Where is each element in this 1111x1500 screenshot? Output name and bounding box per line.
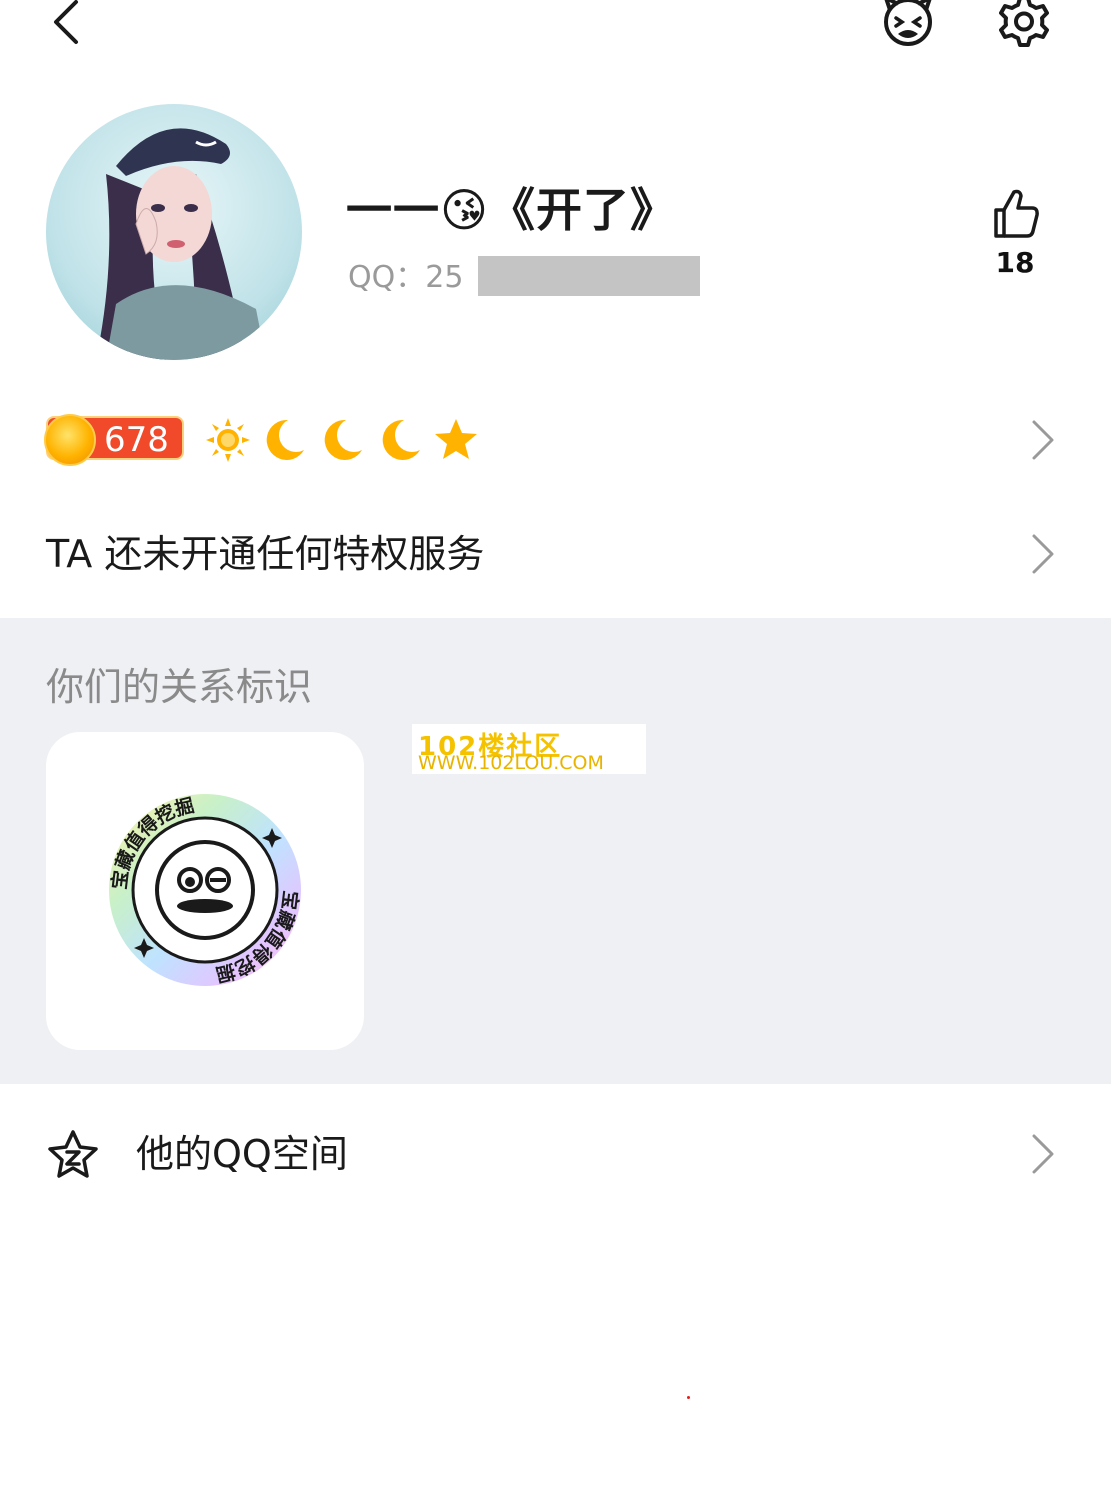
coin-icon — [44, 414, 96, 466]
gear-icon — [999, 0, 1049, 47]
moon-icon — [266, 419, 304, 460]
watermark-url: WWW.102LOU.COM — [418, 752, 604, 774]
settings-button[interactable] — [992, 0, 1056, 56]
coin-badge: 678 — [44, 414, 184, 466]
red-dot — [687, 1396, 690, 1399]
like-count: 18 — [995, 246, 1035, 279]
chevron-right-icon — [1032, 420, 1054, 460]
qzone-row[interactable]: 他的QQ空间 — [46, 1124, 1066, 1184]
sun-icon — [206, 418, 250, 462]
chevron-right-icon — [1032, 534, 1054, 574]
top-bar — [0, 0, 1111, 60]
qzone-star-icon — [48, 1130, 98, 1178]
pet-face-icon — [884, 0, 932, 46]
qq-number-mask — [478, 256, 700, 296]
relation-title: 你们的关系标识 — [46, 665, 313, 709]
qq-number: QQ：25 — [348, 260, 464, 295]
qzone-label: 他的QQ空间 — [136, 1132, 348, 1176]
avatar-image — [46, 104, 302, 360]
avatar[interactable] — [46, 104, 302, 360]
thumbs-up-icon — [994, 189, 1039, 238]
coin-value: 678 — [104, 420, 169, 460]
relation-badge-card[interactable]: 宝藏值得挖掘 宝藏值得挖掘 — [46, 732, 364, 1050]
nickname: 一一😘《开了》 — [346, 183, 677, 237]
relation-section: 你们的关系标识 宝藏值得挖掘 宝藏值得挖掘 102楼社区 WWW.102LOU.… — [0, 618, 1111, 1084]
chevron-left-icon — [54, 0, 78, 44]
privilege-row[interactable]: TA 还未开通任何特权服务 — [46, 524, 1066, 584]
pet-button[interactable] — [876, 0, 940, 56]
moon-icon — [324, 419, 362, 460]
star-icon — [435, 419, 477, 459]
relation-badge-icon: 宝藏值得挖掘 宝藏值得挖掘 — [108, 794, 303, 987]
privilege-text: TA 还未开通任何特权服务 — [46, 532, 485, 576]
chevron-right-icon — [1032, 1134, 1054, 1174]
nickname-row: 一一😘《开了》 — [346, 174, 677, 240]
moon-icon — [382, 419, 420, 460]
like-button[interactable]: 18 — [980, 186, 1050, 286]
level-row[interactable]: 678 — [44, 412, 1066, 468]
back-button[interactable] — [40, 0, 100, 54]
watermark: 102楼社区 WWW.102LOU.COM — [412, 724, 646, 774]
